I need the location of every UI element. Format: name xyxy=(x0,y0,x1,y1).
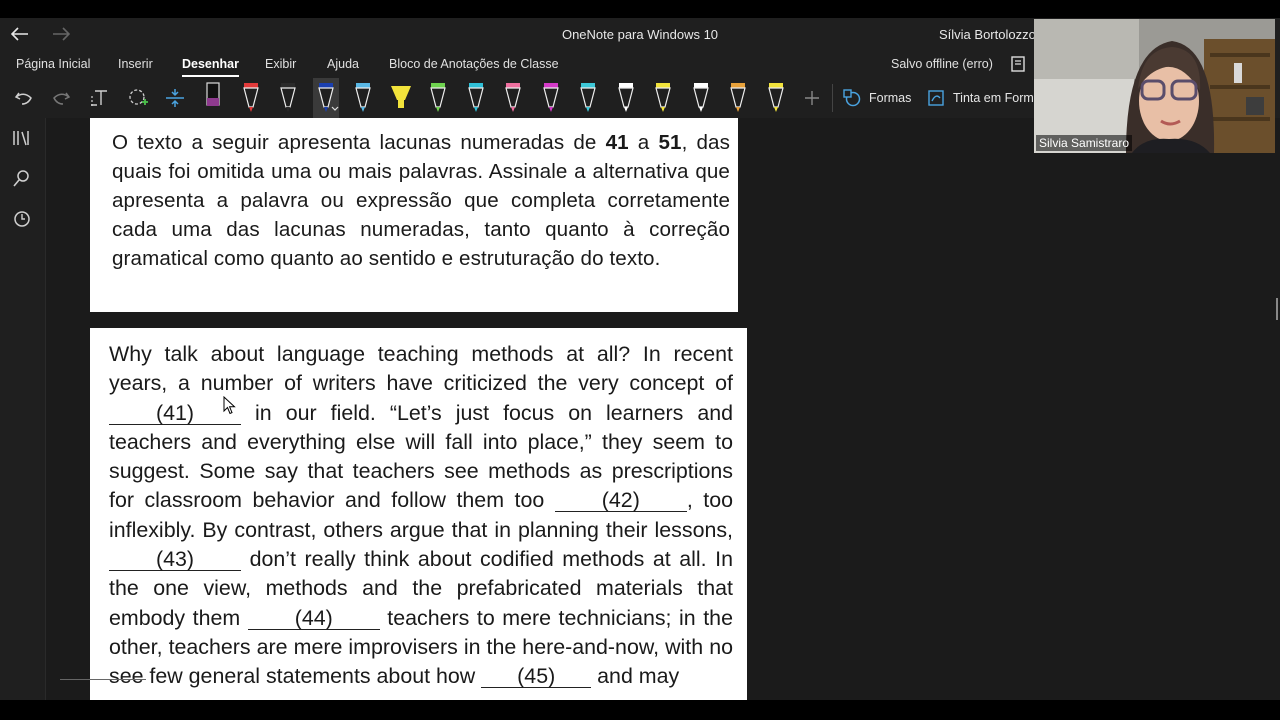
presenter-video xyxy=(1034,19,1275,153)
left-nav xyxy=(0,118,46,700)
tab-pagina-inicial[interactable]: Página Inicial xyxy=(16,57,90,71)
pen-yellow-2[interactable] xyxy=(763,80,789,114)
notebook-icon[interactable] xyxy=(1011,56,1025,77)
blank-41: (41) xyxy=(109,402,241,425)
horizontal-scrollbar[interactable] xyxy=(60,679,146,680)
passage-part: Why talk about language teaching methods… xyxy=(109,342,733,396)
pen-magenta[interactable] xyxy=(538,80,564,114)
text-select-icon xyxy=(91,90,107,106)
highlighter-black-purple[interactable] xyxy=(200,80,226,114)
undo-button[interactable] xyxy=(11,85,37,111)
tab-ajuda[interactable]: Ajuda xyxy=(327,57,359,71)
blank-45: (45) xyxy=(481,665,592,689)
pen-green[interactable] xyxy=(425,80,451,114)
pen-white[interactable] xyxy=(613,80,639,114)
redo-icon xyxy=(53,92,71,105)
blank-44: (44) xyxy=(247,607,380,630)
tab-bloco-anotacoes-classe[interactable]: Bloco de Anotações de Classe xyxy=(389,57,559,71)
add-space-button[interactable] xyxy=(162,85,188,111)
instructions-image: O texto a seguir apresenta lacunas numer… xyxy=(90,118,738,312)
pen-black[interactable] xyxy=(275,80,301,114)
undo-icon xyxy=(14,92,32,105)
add-pen-button[interactable] xyxy=(804,90,820,111)
passage-part: and may xyxy=(597,664,680,689)
pen-cyan-2[interactable] xyxy=(575,80,601,114)
pen-red[interactable] xyxy=(238,80,264,114)
pen-white-2[interactable] xyxy=(688,80,714,114)
pen-pink[interactable] xyxy=(500,80,526,114)
pen-cyan[interactable] xyxy=(463,80,489,114)
shapes-icon[interactable] xyxy=(843,89,861,112)
pen-lightblue[interactable] xyxy=(350,80,376,114)
pen-blue-selected[interactable] xyxy=(313,78,339,118)
lasso-add-icon xyxy=(129,89,148,105)
toolbar-divider xyxy=(832,84,833,112)
mouse-cursor-icon xyxy=(223,396,236,415)
notebooks-icon[interactable] xyxy=(10,126,34,150)
bottom-letterbox xyxy=(0,700,1280,720)
passage-part: see few general statements about how xyxy=(109,664,476,689)
ink-to-shape-button[interactable]: Tinta em Forma xyxy=(953,91,1041,105)
pen-yellow[interactable] xyxy=(650,80,676,114)
blank-42: (42) xyxy=(554,489,687,513)
vertical-scrollbar[interactable] xyxy=(1276,298,1278,320)
sync-status[interactable]: Salvo offline (erro) xyxy=(891,57,993,71)
shapes-button[interactable]: Formas xyxy=(869,91,911,105)
instructions-text: O texto a seguir apresenta lacunas numer… xyxy=(112,131,730,270)
webcam-participant-name: Silvia Samistraro xyxy=(1036,135,1133,151)
webcam-overlay: Silvia Samistraro xyxy=(1034,19,1275,153)
pen-rainbow[interactable] xyxy=(725,80,751,114)
passage-text: Why talk about language teaching methods… xyxy=(109,340,733,692)
tab-exibir[interactable]: Exibir xyxy=(265,57,296,71)
plus-icon xyxy=(805,91,819,105)
tab-desenhar[interactable]: Desenhar xyxy=(182,57,239,77)
blank-43: (43) xyxy=(109,548,241,572)
redo-button[interactable] xyxy=(48,85,74,111)
recent-clock-icon[interactable] xyxy=(10,207,34,231)
lasso-select-button[interactable] xyxy=(125,85,151,111)
insert-space-icon xyxy=(166,89,184,107)
ink-to-shape-icon[interactable] xyxy=(927,89,945,112)
highlighter-yellow[interactable] xyxy=(388,80,414,114)
type-select-button[interactable] xyxy=(87,85,113,111)
passage-image: Why talk about language teaching methods… xyxy=(90,328,747,700)
search-icon[interactable] xyxy=(10,166,34,190)
tab-inserir[interactable]: Inserir xyxy=(118,57,153,71)
user-name[interactable]: Sílvia Bortolozzo S xyxy=(939,27,1048,42)
